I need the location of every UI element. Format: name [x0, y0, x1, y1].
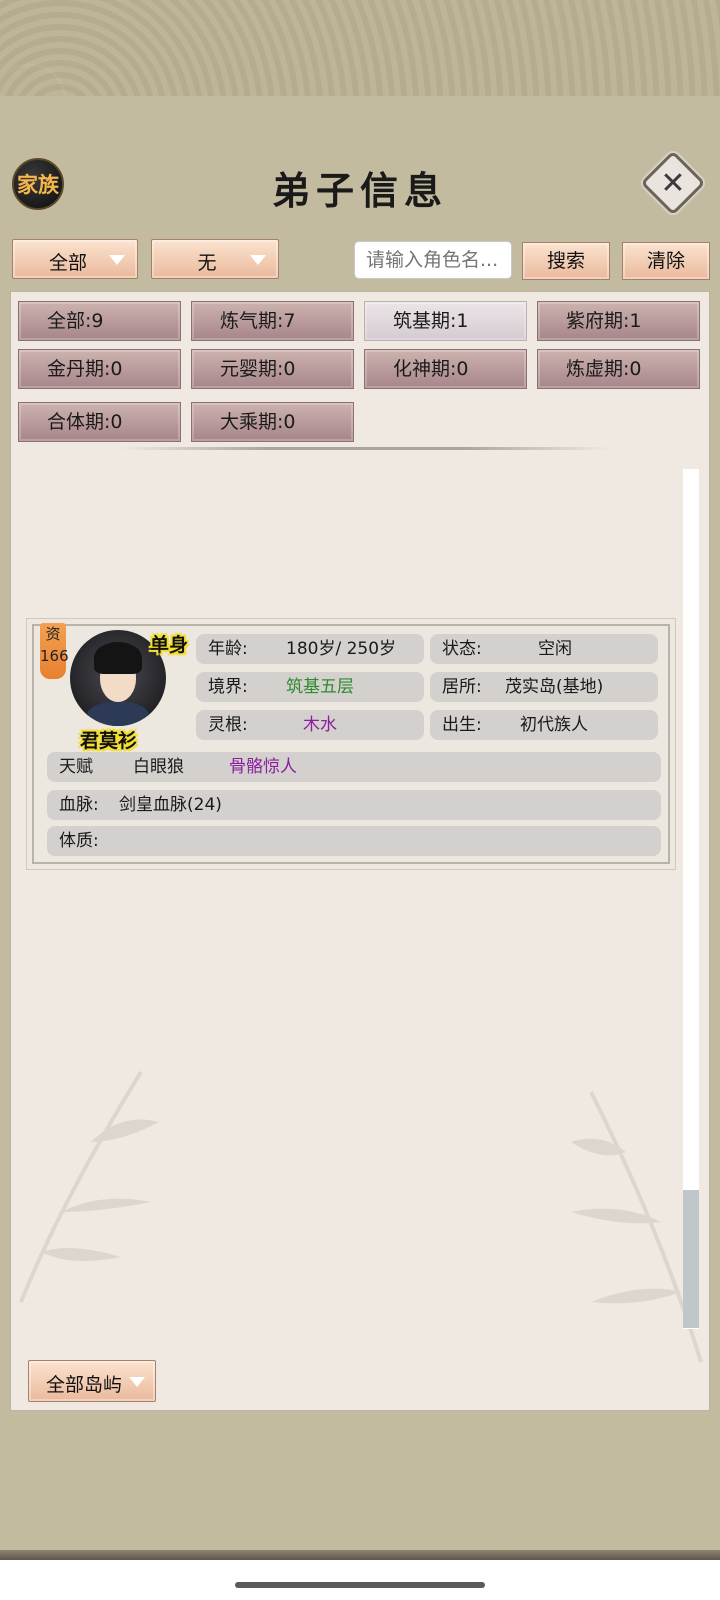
aptitude-label: 资 [45, 625, 61, 643]
realm-label: 境界: [208, 677, 248, 697]
spirit-root-label: 灵根: [208, 715, 248, 735]
spirit-root-value: 木水 [303, 715, 337, 735]
realm-filter-golden-core[interactable]: 金丹期:0 [18, 349, 181, 389]
realm-filter-foundation[interactable]: 筑基期:1 [364, 301, 527, 341]
spirit-root-field: 灵根: 木水 [196, 710, 424, 740]
secondary-dropdown[interactable]: 无 [151, 239, 279, 279]
search-button[interactable]: 搜索 [522, 242, 610, 280]
talent-value-2: 骨骼惊人 [229, 757, 297, 777]
residence-value: 茂实岛(基地) [505, 677, 604, 697]
system-nav-bar [0, 1560, 720, 1600]
chevron-down-icon [129, 1377, 145, 1387]
scrollbar-thumb[interactable] [683, 1190, 699, 1328]
residence-label: 居所: [442, 677, 482, 697]
realm-filter-mahayana[interactable]: 大乘期:0 [191, 402, 354, 442]
aptitude-badge: 资 166 [40, 623, 69, 679]
realm-filter-all[interactable]: 全部:9 [18, 301, 181, 341]
secondary-dropdown-label: 无 [197, 252, 217, 274]
talent-value-1: 白眼狼 [133, 757, 184, 777]
bloodline-field: 血脉: 剑皇血脉(24) [47, 790, 661, 820]
bottom-edge-decoration [0, 1550, 720, 1560]
realm-value: 筑基五层 [286, 677, 354, 697]
category-dropdown-label: 全部 [48, 252, 87, 274]
birth-label: 出生: [442, 715, 482, 735]
bamboo-decoration-icon [19, 1070, 159, 1303]
chevron-down-icon [109, 255, 125, 265]
island-filter-label: 全部岛屿 [45, 1374, 122, 1396]
home-indicator[interactable] [235, 1582, 485, 1588]
bloodline-label: 血脉: [59, 795, 99, 815]
marital-status-tag: 单身 [150, 634, 189, 656]
realm-filter-body-integration[interactable]: 合体期:0 [18, 402, 181, 442]
realm-filter-spirit-severing[interactable]: 化神期:0 [364, 349, 527, 389]
status-value: 空闲 [538, 639, 572, 659]
status-field: 状态: 空闲 [430, 634, 658, 664]
residence-field: 居所: 茂实岛(基地) [430, 672, 658, 702]
header-wave-decoration [0, 0, 720, 106]
physique-label: 体质: [59, 831, 99, 851]
birth-field: 出生: 初代族人 [430, 710, 658, 740]
age-value: 180岁/ 250岁 [286, 639, 397, 659]
avatar-robe [86, 702, 150, 726]
age-label: 年龄: [208, 639, 248, 659]
realm-filter-nascent-soul[interactable]: 元婴期:0 [191, 349, 354, 389]
clear-button[interactable]: 清除 [622, 242, 710, 280]
chevron-down-icon [250, 255, 266, 265]
realm-filter-purple-mansion[interactable]: 紫府期:1 [537, 301, 700, 341]
divider [120, 447, 610, 450]
aptitude-value: 166 [40, 647, 69, 665]
age-field: 年龄: 180岁/ 250岁 [196, 634, 424, 664]
category-dropdown[interactable]: 全部 [12, 239, 138, 279]
island-filter-dropdown[interactable]: 全部岛屿 [28, 1360, 156, 1402]
talent-field: 天赋 白眼狼 骨骼惊人 [47, 752, 661, 782]
birth-value: 初代族人 [520, 715, 588, 735]
character-name: 君莫衫 [80, 730, 138, 752]
talent-label: 天赋 [59, 757, 93, 777]
physique-field: 体质: [47, 826, 661, 856]
realm-filter-qi-refining[interactable]: 炼气期:7 [191, 301, 354, 341]
realm-field: 境界: 筑基五层 [196, 672, 424, 702]
close-icon: ✕ [660, 165, 686, 201]
bloodline-value: 剑皇血脉(24) [119, 795, 222, 815]
page-title: 弟子信息 [271, 168, 448, 213]
avatar-hair [94, 642, 142, 674]
realm-filter-void-refining[interactable]: 炼虚期:0 [537, 349, 700, 389]
status-label: 状态: [442, 639, 482, 659]
search-input[interactable] [354, 241, 512, 279]
